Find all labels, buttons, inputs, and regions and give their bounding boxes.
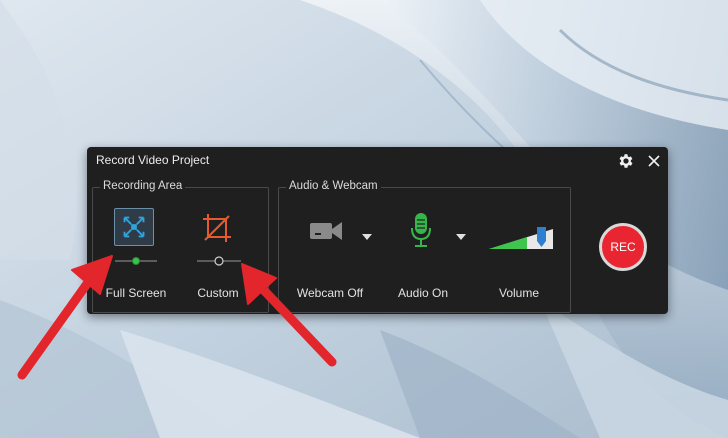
- recording-area-label: Recording Area: [100, 180, 186, 192]
- custom-label: Custom: [197, 286, 239, 300]
- expand-arrows-icon: [123, 216, 145, 238]
- audio-dropdown-icon[interactable]: [456, 233, 466, 241]
- audio-webcam-label: Audio & Webcam: [286, 180, 381, 192]
- volume-label: Volume: [498, 286, 540, 300]
- gear-icon[interactable]: [617, 152, 635, 170]
- full-screen-label: Full Screen: [105, 286, 167, 300]
- audio-toggle-button[interactable]: [409, 212, 433, 248]
- webcam-dropdown-icon[interactable]: [362, 233, 372, 241]
- audio-label: Audio On: [397, 286, 449, 300]
- video-camera-icon: [310, 222, 342, 240]
- full-screen-radio[interactable]: [115, 255, 157, 267]
- title-bar[interactable]: Record Video Project: [87, 147, 668, 175]
- rec-button[interactable]: REC: [599, 223, 647, 271]
- webcam-label: Webcam Off: [296, 286, 364, 300]
- close-icon[interactable]: [645, 152, 663, 170]
- custom-area-button[interactable]: [199, 210, 235, 246]
- volume-ramp-icon[interactable]: [487, 225, 555, 253]
- webcam-toggle-button[interactable]: [309, 220, 343, 242]
- custom-radio[interactable]: [197, 255, 241, 267]
- microphone-icon: [411, 213, 431, 247]
- dialog-title: Record Video Project: [96, 153, 210, 167]
- full-screen-button[interactable]: [114, 208, 154, 246]
- crop-icon: [203, 214, 231, 242]
- record-video-dialog: Record Video Project Recording Area Audi…: [87, 147, 668, 314]
